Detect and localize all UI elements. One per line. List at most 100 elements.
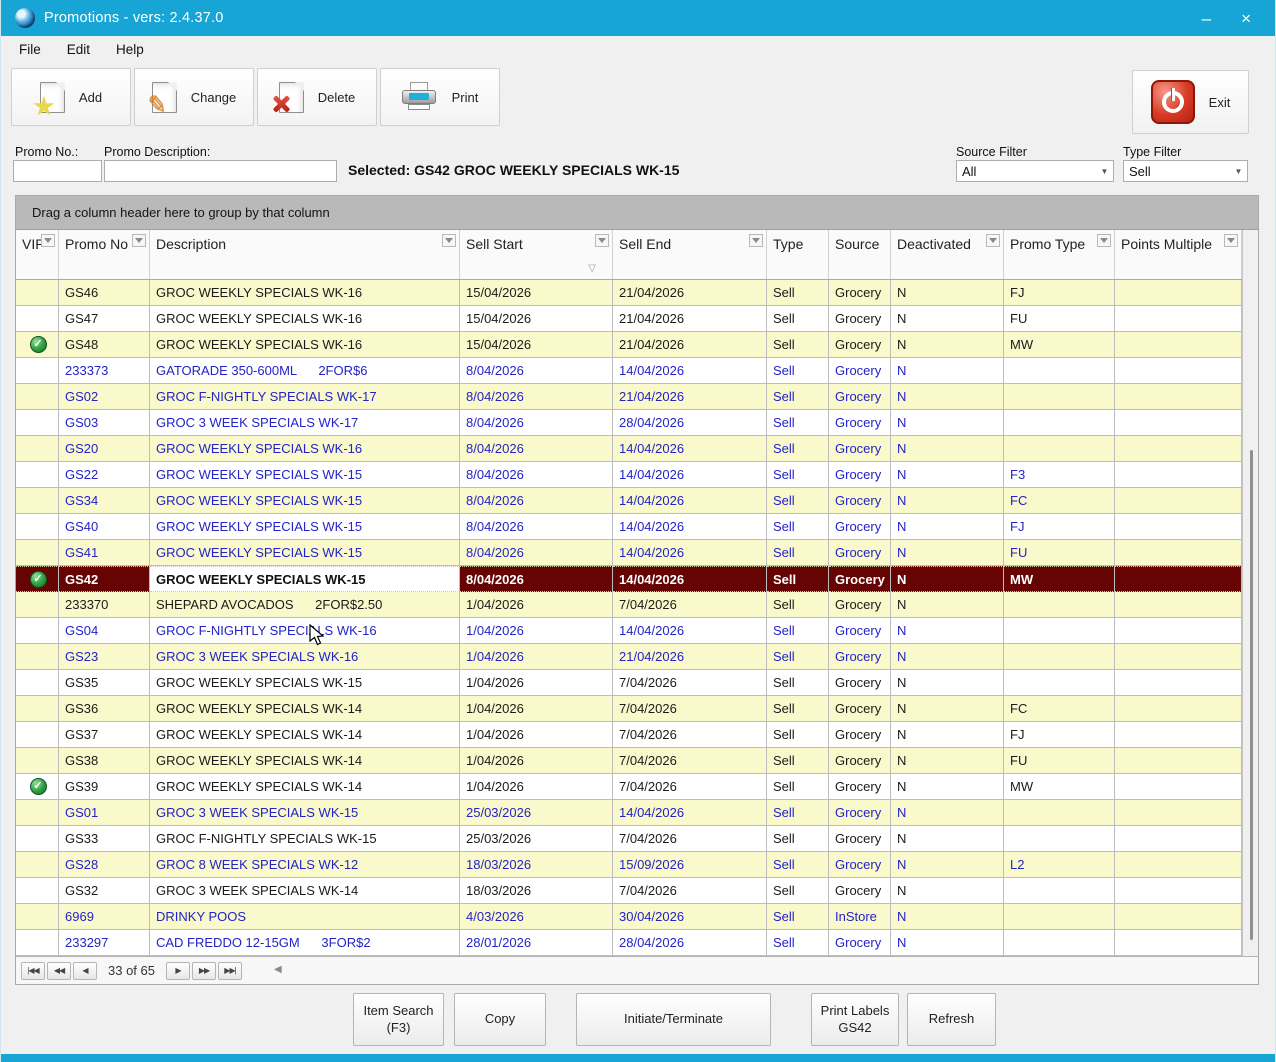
type-cell[interactable]: Sell [767, 878, 829, 904]
vip-cell[interactable] [16, 358, 59, 384]
sell-start-cell[interactable]: 15/04/2026 [460, 306, 613, 332]
promo-no-cell[interactable]: GS34 [59, 488, 150, 514]
sell-start-cell[interactable]: 1/04/2026 [460, 592, 613, 618]
sell-start-cell[interactable]: 1/04/2026 [460, 722, 613, 748]
deactivated-cell[interactable]: N [891, 826, 1004, 852]
sell-end-cell[interactable]: 21/04/2026 [613, 280, 767, 306]
points-multiple-cell[interactable] [1115, 800, 1242, 826]
sell-start-cell[interactable]: 1/04/2026 [460, 748, 613, 774]
promo-type-cell[interactable]: F3 [1004, 462, 1115, 488]
source-cell[interactable]: Grocery [829, 696, 891, 722]
promo-no-cell[interactable]: GS04 [59, 618, 150, 644]
sell-end-cell[interactable]: 14/04/2026 [613, 462, 767, 488]
sell-end-cell[interactable]: 7/04/2026 [613, 748, 767, 774]
source-cell[interactable]: Grocery [829, 462, 891, 488]
type-cell[interactable]: Sell [767, 410, 829, 436]
table-row-gs03[interactable]: GS03GROC 3 WEEK SPECIALS WK-178/04/20262… [16, 410, 1242, 436]
vip-cell[interactable] [16, 540, 59, 566]
sell-start-cell[interactable]: 8/04/2026 [460, 540, 613, 566]
vip-cell[interactable] [16, 748, 59, 774]
promo-type-cell[interactable] [1004, 878, 1115, 904]
table-row-gs39[interactable]: ✓GS39GROC WEEKLY SPECIALS WK-141/04/2026… [16, 774, 1242, 800]
promo-type-cell[interactable] [1004, 410, 1115, 436]
filter-icon[interactable] [132, 234, 146, 247]
next-page-button[interactable]: ▶▶ [192, 962, 216, 980]
sell-start-cell[interactable]: 15/04/2026 [460, 332, 613, 358]
description-cell[interactable]: GROC WEEKLY SPECIALS WK-15 [150, 670, 460, 696]
points-multiple-cell[interactable] [1115, 696, 1242, 722]
promo-type-cell[interactable] [1004, 670, 1115, 696]
vip-cell[interactable] [16, 800, 59, 826]
type-cell[interactable]: Sell [767, 774, 829, 800]
source-cell[interactable]: Grocery [829, 618, 891, 644]
sell-start-cell[interactable]: 1/04/2026 [460, 644, 613, 670]
type-cell[interactable]: Sell [767, 826, 829, 852]
promo-type-cell[interactable] [1004, 930, 1115, 956]
column-header-vip[interactable]: VIP [16, 230, 59, 279]
column-header-source[interactable]: Source [829, 230, 891, 279]
deactivated-cell[interactable]: N [891, 410, 1004, 436]
sell-end-cell[interactable]: 21/04/2026 [613, 306, 767, 332]
filter-icon[interactable] [442, 234, 456, 247]
vip-cell[interactable] [16, 644, 59, 670]
table-row-gs34[interactable]: GS34GROC WEEKLY SPECIALS WK-158/04/20261… [16, 488, 1242, 514]
points-multiple-cell[interactable] [1115, 930, 1242, 956]
column-header-points-multiple[interactable]: Points Multiple [1115, 230, 1242, 279]
promo-type-cell[interactable] [1004, 592, 1115, 618]
promo-no-cell[interactable]: GS20 [59, 436, 150, 462]
table-row-233370[interactable]: 233370SHEPARD AVOCADOS 2FOR$2.501/04/202… [16, 592, 1242, 618]
table-row-gs20[interactable]: GS20GROC WEEKLY SPECIALS WK-168/04/20261… [16, 436, 1242, 462]
source-cell[interactable]: Grocery [829, 592, 891, 618]
points-multiple-cell[interactable] [1115, 462, 1242, 488]
filter-icon[interactable] [749, 234, 763, 247]
sell-start-cell[interactable]: 1/04/2026 [460, 774, 613, 800]
type-cell[interactable]: Sell [767, 722, 829, 748]
promo-no-cell[interactable]: GS39 [59, 774, 150, 800]
sell-start-cell[interactable]: 1/04/2026 [460, 670, 613, 696]
type-cell[interactable]: Sell [767, 540, 829, 566]
group-by-bar[interactable]: Drag a column header here to group by th… [16, 196, 1258, 230]
prior-page-button[interactable]: ◀◀ [47, 962, 71, 980]
filter-icon[interactable] [41, 234, 55, 247]
vip-cell[interactable] [16, 696, 59, 722]
deactivated-cell[interactable]: N [891, 436, 1004, 462]
sell-start-cell[interactable]: 8/04/2026 [460, 566, 613, 592]
source-cell[interactable]: Grocery [829, 930, 891, 956]
type-cell[interactable]: Sell [767, 306, 829, 332]
promo-no-cell[interactable]: GS37 [59, 722, 150, 748]
promo-type-cell[interactable]: FJ [1004, 722, 1115, 748]
type-cell[interactable]: Sell [767, 696, 829, 722]
exit-button[interactable]: Exit [1132, 70, 1249, 134]
promo-no-cell[interactable]: 6969 [59, 904, 150, 930]
promo-type-cell[interactable]: FC [1004, 696, 1115, 722]
sell-end-cell[interactable]: 7/04/2026 [613, 826, 767, 852]
description-cell[interactable]: GROC WEEKLY SPECIALS WK-15 [150, 488, 460, 514]
sell-end-cell[interactable]: 14/04/2026 [613, 514, 767, 540]
menu-edit[interactable]: Edit [67, 42, 90, 57]
deactivated-cell[interactable]: N [891, 566, 1004, 592]
points-multiple-cell[interactable] [1115, 384, 1242, 410]
promo-no-cell[interactable]: GS36 [59, 696, 150, 722]
filter-icon[interactable] [986, 234, 1000, 247]
footer-button-initiate-terminate[interactable]: Initiate/Terminate [576, 993, 771, 1046]
source-cell[interactable]: Grocery [829, 566, 891, 592]
points-multiple-cell[interactable] [1115, 358, 1242, 384]
source-cell[interactable]: Grocery [829, 280, 891, 306]
points-multiple-cell[interactable] [1115, 878, 1242, 904]
vertical-scrollbar[interactable] [1242, 230, 1258, 956]
source-cell[interactable]: Grocery [829, 800, 891, 826]
table-row-gs48[interactable]: ✓GS48GROC WEEKLY SPECIALS WK-1615/04/202… [16, 332, 1242, 358]
deactivated-cell[interactable]: N [891, 618, 1004, 644]
deactivated-cell[interactable]: N [891, 930, 1004, 956]
promo-no-input[interactable] [13, 160, 102, 182]
deactivated-cell[interactable]: N [891, 670, 1004, 696]
promo-no-cell[interactable]: GS03 [59, 410, 150, 436]
promo-no-cell[interactable]: GS38 [59, 748, 150, 774]
sell-end-cell[interactable]: 30/04/2026 [613, 904, 767, 930]
menu-file[interactable]: File [19, 42, 41, 57]
deactivated-cell[interactable]: N [891, 540, 1004, 566]
hscroll-left-icon[interactable]: ◀ [274, 964, 282, 975]
deactivated-cell[interactable]: N [891, 332, 1004, 358]
vip-cell[interactable] [16, 904, 59, 930]
type-cell[interactable]: Sell [767, 748, 829, 774]
